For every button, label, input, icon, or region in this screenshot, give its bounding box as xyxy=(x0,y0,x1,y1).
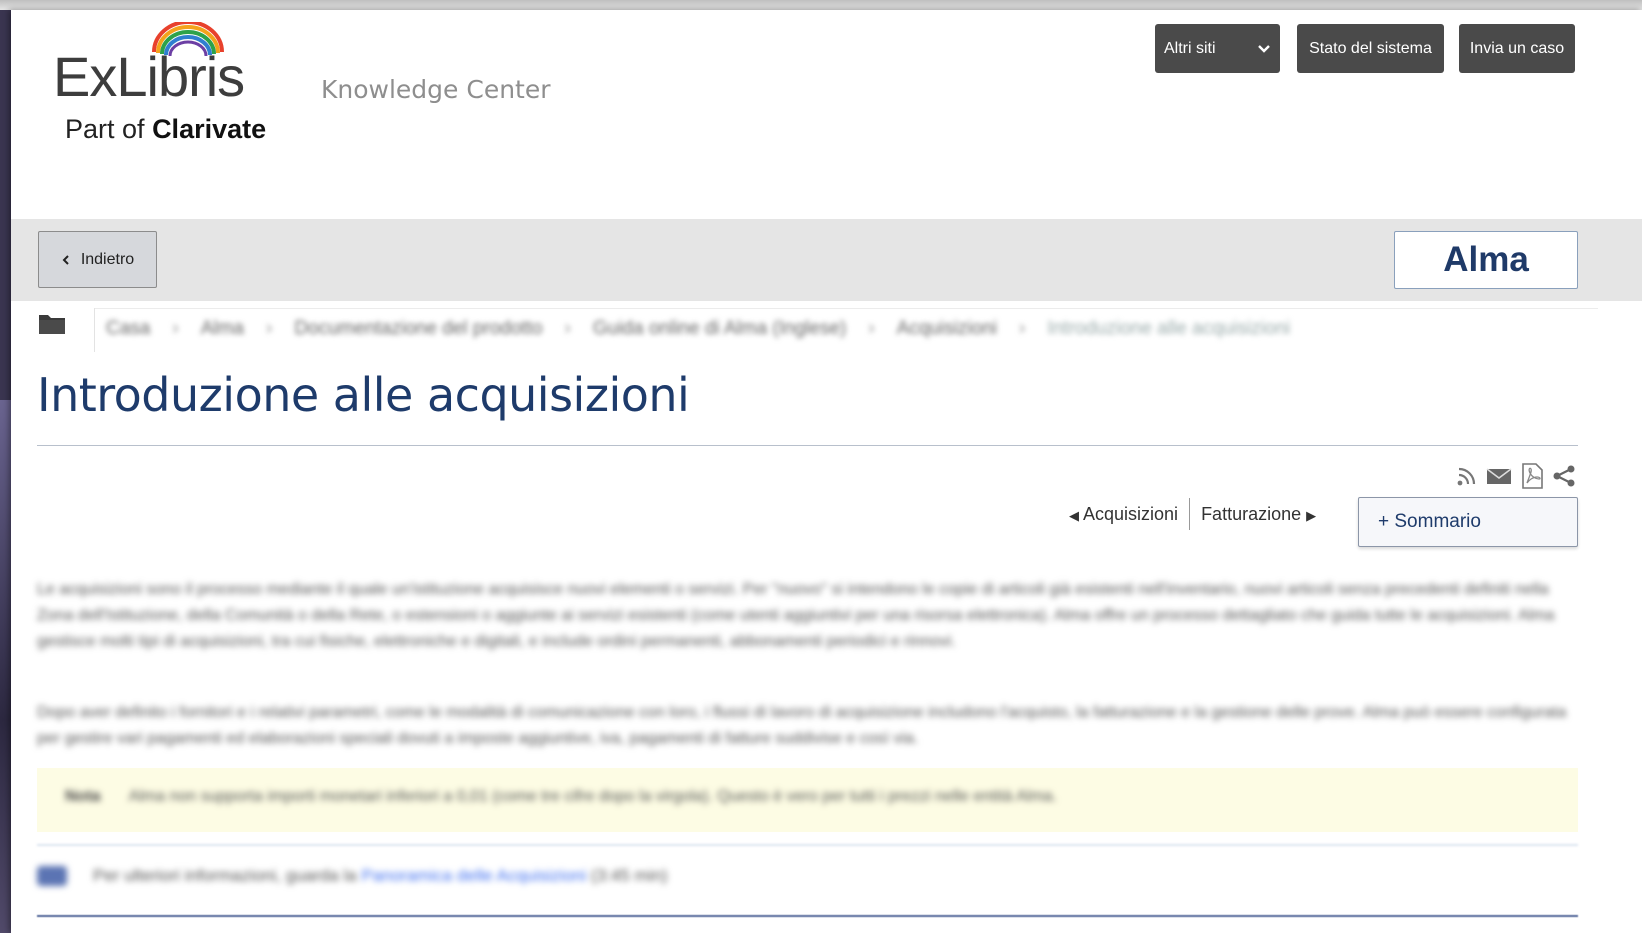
product-nav-bar: Indietro Alma xyxy=(11,219,1642,301)
video-link[interactable]: Panoramica delle Acquisizioni xyxy=(361,866,586,885)
share-icon[interactable] xyxy=(1552,464,1576,488)
chevron-left-icon xyxy=(62,254,69,265)
system-status-button[interactable]: Stato del sistema xyxy=(1297,24,1444,73)
page-tools xyxy=(1456,463,1576,489)
video-row: Per ulteriori informazioni, guarda la Pa… xyxy=(37,866,668,886)
note-text: Alma non supporta importi monetari infer… xyxy=(128,788,1057,805)
other-sites-label: Altri siti xyxy=(1164,39,1216,57)
breadcrumb-current: Introduzione alle acquisizioni xyxy=(1047,318,1291,339)
breadcrumb-divider xyxy=(94,308,95,352)
breadcrumb-separator: › xyxy=(868,318,875,339)
submit-case-label: Invia un caso xyxy=(1469,39,1565,57)
logo-wordmark: ExLibris xyxy=(53,45,245,108)
next-page-label: Fatturazione xyxy=(1201,503,1302,524)
video-suffix: (3:45 min) xyxy=(591,866,668,885)
back-label: Indietro xyxy=(80,250,135,268)
breadcrumb-separator: › xyxy=(564,318,571,339)
breadcrumb-separator: › xyxy=(1019,318,1026,339)
product-alma-button[interactable]: Alma xyxy=(1394,231,1578,289)
page-pager: ◀ Acquisizioni Fatturazione ▶ xyxy=(1069,498,1316,530)
folder-icon[interactable] xyxy=(38,311,66,335)
window-top-shadow xyxy=(0,0,1642,10)
breadcrumb-bar: Casa › Alma › Documentazione del prodott… xyxy=(38,308,1598,352)
page-title: Introduzione alle acquisizioni xyxy=(37,368,690,422)
logo-subtitle: Knowledge Center xyxy=(321,75,551,104)
pager-divider xyxy=(1189,498,1191,530)
chevron-down-icon xyxy=(1258,44,1270,53)
next-page-link[interactable]: Fatturazione ▶ xyxy=(1201,504,1316,525)
video-icon xyxy=(37,866,67,886)
toc-label: + Sommario xyxy=(1378,511,1481,532)
desktop-background-strip xyxy=(0,400,11,933)
clarivate-brand: Clarivate xyxy=(152,114,267,144)
toc-button[interactable]: + Sommario xyxy=(1358,497,1578,547)
system-status-label: Stato del sistema xyxy=(1309,39,1432,57)
note-box: Nota Alma non supporta importi monetari … xyxy=(37,768,1578,832)
note-divider xyxy=(37,844,1578,846)
prev-page-link[interactable]: ◀ Acquisizioni xyxy=(1069,504,1178,525)
pdf-icon[interactable] xyxy=(1520,463,1544,489)
note-label: Nota xyxy=(65,788,101,805)
rss-icon[interactable] xyxy=(1456,465,1478,487)
breadcrumb-separator: › xyxy=(172,318,179,339)
part-of-prefix: Part of xyxy=(65,114,145,144)
breadcrumb-item[interactable]: Documentazione del prodotto xyxy=(294,318,542,340)
prev-page-label: Acquisizioni xyxy=(1083,503,1179,524)
breadcrumb-separator: › xyxy=(265,318,273,339)
breadcrumb-item[interactable]: Guida online di Alma (Inglese) xyxy=(593,318,846,340)
title-divider xyxy=(37,445,1578,446)
email-icon[interactable] xyxy=(1486,466,1512,486)
breadcrumb-item[interactable]: Acquisizioni xyxy=(897,318,997,340)
triangle-left-icon: ◀ xyxy=(1069,507,1079,523)
breadcrumb: Casa › Alma › Documentazione del prodott… xyxy=(106,318,1290,340)
back-button[interactable]: Indietro xyxy=(38,231,157,288)
part-of-clarivate: Part of Clarivate xyxy=(65,114,266,145)
breadcrumb-top-line xyxy=(94,308,1598,309)
product-label: Alma xyxy=(1443,240,1529,279)
browser-page: ExLibris Knowledge Center Part of Clariv… xyxy=(11,10,1642,933)
submit-case-button[interactable]: Invia un caso xyxy=(1459,24,1575,73)
video-prefix: Per ulteriori informazioni, guarda la xyxy=(93,866,357,885)
body-paragraph: Dopo aver definito i fornitori e i relat… xyxy=(37,704,1567,747)
other-sites-dropdown[interactable]: Altri siti xyxy=(1155,24,1280,73)
body-paragraph: Le acquisizioni sono il processo mediant… xyxy=(37,581,1555,650)
triangle-right-icon: ▶ xyxy=(1306,507,1317,523)
breadcrumb-item[interactable]: Casa xyxy=(106,318,150,340)
breadcrumb-item[interactable]: Alma xyxy=(201,318,244,340)
bottom-divider xyxy=(37,915,1578,917)
